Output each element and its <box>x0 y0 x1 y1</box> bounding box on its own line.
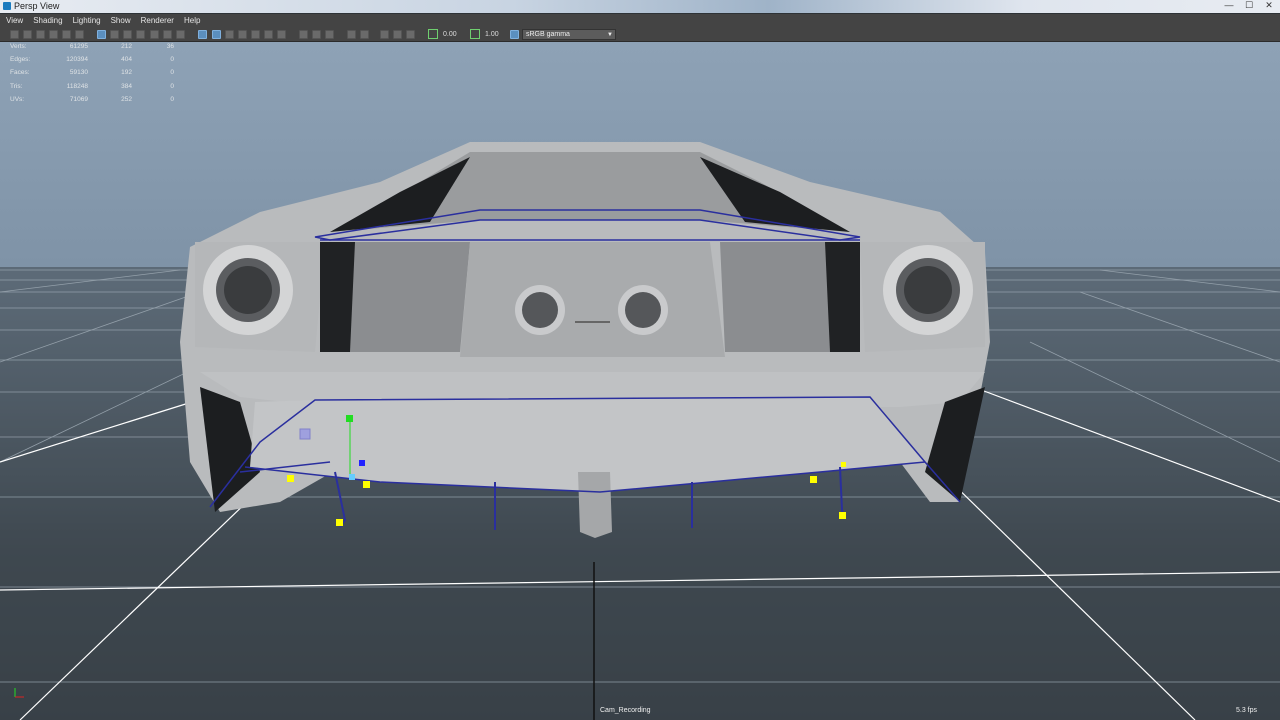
hud-value: 0 <box>170 83 174 90</box>
wireframe-on-shaded-icon[interactable] <box>225 30 234 39</box>
image-plane-icon[interactable] <box>62 30 71 39</box>
field-chart-icon[interactable] <box>150 30 159 39</box>
hud-row-uvs: UVs: 71069 252 0 <box>10 96 180 108</box>
smooth-shade-icon[interactable] <box>212 30 221 39</box>
panel-toolbar: 0.00 1.00 sRGB gamma ▼ <box>0 28 1280 42</box>
use-all-lights-icon[interactable] <box>251 30 260 39</box>
hud-label: UVs: <box>10 96 25 103</box>
xray-active-components-icon[interactable] <box>393 30 402 39</box>
hud-value: 0 <box>170 96 174 103</box>
view-transform-value: sRGB gamma <box>526 31 570 38</box>
color-management-icon[interactable] <box>510 30 519 39</box>
maya-app-icon <box>3 2 11 10</box>
screen-space-ao-icon[interactable] <box>277 30 286 39</box>
hud-row-tris: Tris: 118248 384 0 <box>10 83 180 95</box>
hud-row-edges: Edges: 120394 404 0 <box>10 56 180 68</box>
hud-value: 118248 <box>66 83 88 90</box>
menu-show[interactable]: Show <box>107 14 135 28</box>
hud-value: 120394 <box>66 56 88 63</box>
fps-readout: 5.3 fps <box>1236 707 1258 714</box>
close-button[interactable]: ✕ <box>1262 0 1276 11</box>
camera-name-label: Cam_Recording <box>600 707 651 714</box>
menu-shading[interactable]: Shading <box>29 14 66 28</box>
hud-value: 71069 <box>69 96 88 103</box>
minimize-button[interactable]: — <box>1222 0 1236 11</box>
panel-menubar: View Shading Lighting Show Renderer Help <box>0 14 1280 28</box>
gamma-field[interactable]: 1.00 <box>485 29 499 40</box>
exposure-field[interactable]: 0.00 <box>443 29 457 40</box>
camera-attributes-icon[interactable] <box>36 30 45 39</box>
hud-value: 59130 <box>69 69 88 76</box>
menu-help[interactable]: Help <box>180 14 204 28</box>
hud-value: 192 <box>121 69 132 76</box>
resolution-gate-icon[interactable] <box>123 30 132 39</box>
perspective-viewport[interactable]: Verts: 61295 212 36 Edges: 120394 404 0 … <box>0 42 1280 720</box>
bookmark-icon[interactable] <box>49 30 58 39</box>
window-titlebar: Persp View — ☐ ✕ <box>0 0 1280 13</box>
isolate-select-icon[interactable] <box>347 30 356 39</box>
xray-icon[interactable] <box>360 30 369 39</box>
window-controls: — ☐ ✕ <box>1222 0 1276 13</box>
anti-aliasing-icon[interactable] <box>312 30 321 39</box>
textured-icon[interactable] <box>238 30 247 39</box>
menu-renderer[interactable]: Renderer <box>137 14 178 28</box>
hud-value: 212 <box>121 43 132 50</box>
gate-mask-icon[interactable] <box>136 30 145 39</box>
hud-value: 0 <box>170 56 174 63</box>
safe-title-icon[interactable] <box>176 30 185 39</box>
hud-label: Faces: <box>10 69 30 76</box>
lock-camera-icon[interactable] <box>23 30 32 39</box>
gamma-icon[interactable] <box>470 29 480 39</box>
2d-pan-zoom-icon[interactable] <box>75 30 84 39</box>
hud-value: 404 <box>121 56 132 63</box>
view-axis-icon <box>14 688 24 698</box>
viewport-scene <box>0 142 1280 720</box>
menu-view[interactable]: View <box>2 14 27 28</box>
motion-blur-icon[interactable] <box>299 30 308 39</box>
select-camera-icon[interactable] <box>10 30 19 39</box>
hud-label: Edges: <box>10 56 31 63</box>
grid-toggle-icon[interactable] <box>97 30 106 39</box>
hud-row-verts: Verts: 61295 212 36 <box>10 43 180 55</box>
depth-of-field-icon[interactable] <box>325 30 334 39</box>
hud-value: 0 <box>170 69 174 76</box>
view-transform-dropdown[interactable]: sRGB gamma ▼ <box>522 29 616 40</box>
hud-value: 36 <box>166 43 174 50</box>
hud-value: 252 <box>121 96 132 103</box>
maximize-button[interactable]: ☐ <box>1242 0 1256 11</box>
hud-row-faces: Faces: 59130 192 0 <box>10 69 180 81</box>
xray-joints-icon[interactable] <box>380 30 389 39</box>
right-exhaust <box>883 245 973 335</box>
hud-label: Tris: <box>10 83 23 90</box>
exposure-icon[interactable] <box>428 29 438 39</box>
hud-label: Verts: <box>10 43 27 50</box>
left-exhaust <box>203 245 293 335</box>
shadows-icon[interactable] <box>264 30 273 39</box>
safe-action-icon[interactable] <box>163 30 172 39</box>
menu-lighting[interactable]: Lighting <box>69 14 105 28</box>
hud-value: 61295 <box>69 43 88 50</box>
hud-value: 384 <box>121 83 132 90</box>
film-gate-icon[interactable] <box>110 30 119 39</box>
backface-culling-icon[interactable] <box>406 30 415 39</box>
chevron-down-icon: ▼ <box>607 32 613 38</box>
window-title: Persp View <box>14 1 60 11</box>
wireframe-icon[interactable] <box>198 30 207 39</box>
